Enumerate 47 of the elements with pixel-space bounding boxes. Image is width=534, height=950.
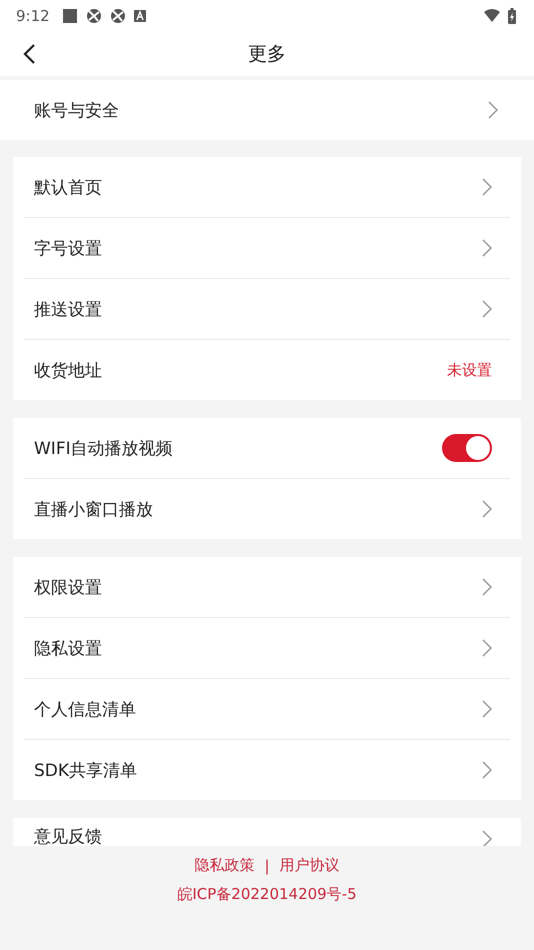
row-label: SDK共享清单 (34, 760, 138, 782)
row-value: 未设置 (447, 360, 492, 380)
chevron-icon (482, 639, 492, 657)
chevron-icon (482, 578, 492, 596)
row-label: 个人信息清单 (34, 698, 136, 720)
chevron-icon (482, 178, 492, 196)
chevron-icon (482, 830, 492, 846)
settings-row[interactable]: 意见反馈 (24, 818, 510, 846)
chevron-icon (482, 239, 492, 257)
settings-row[interactable]: 直播小窗口播放 (24, 478, 510, 539)
back-icon[interactable] (22, 43, 36, 65)
row-label: 权限设置 (34, 576, 102, 598)
row-label: 收货地址 (34, 360, 102, 382)
battery-icon (508, 8, 516, 24)
chevron-icon (482, 761, 492, 779)
status-time: 9:12 (16, 7, 50, 25)
chevron-icon (482, 700, 492, 718)
settings-row[interactable]: 权限设置 (24, 557, 510, 617)
account-security-row[interactable]: 账号与安全 (0, 80, 534, 140)
row-label: 意见反馈 (34, 826, 102, 846)
square-icon (62, 8, 78, 24)
separator: | (264, 856, 270, 874)
row-label: 隐私设置 (34, 638, 102, 660)
chevron-icon (488, 101, 498, 119)
settings-row[interactable]: 推送设置 (24, 278, 510, 339)
privacy-policy-link[interactable]: 隐私政策 (194, 856, 254, 875)
settings-row[interactable]: 隐私设置 (24, 617, 510, 678)
page-title: 更多 (248, 42, 286, 67)
settings-row[interactable]: 个人信息清单 (24, 678, 510, 739)
toggle-switch[interactable] (442, 434, 492, 462)
chevron-icon (482, 500, 492, 518)
settings-row[interactable]: 收货地址 未设置 (24, 339, 510, 400)
row-label: 直播小窗口播放 (34, 498, 153, 520)
wifi-icon (484, 9, 500, 23)
row-label: 账号与安全 (34, 100, 119, 122)
chevron-icon (482, 300, 492, 318)
row-label: 字号设置 (34, 238, 102, 260)
settings-row[interactable]: SDK共享清单 (24, 739, 510, 800)
row-label: 推送设置 (34, 298, 102, 320)
user-agreement-link[interactable]: 用户协议 (280, 856, 340, 875)
settings-row[interactable]: 默认首页 (24, 157, 510, 217)
settings-row[interactable]: WIFI自动播放视频 (24, 418, 510, 478)
notification-icon (134, 10, 146, 22)
row-label: WIFI自动播放视频 (34, 438, 173, 460)
row-label: 默认首页 (34, 176, 102, 198)
settings-row[interactable]: 字号设置 (24, 217, 510, 278)
icp-number: 皖ICP备2022014209号-5 (177, 885, 357, 904)
